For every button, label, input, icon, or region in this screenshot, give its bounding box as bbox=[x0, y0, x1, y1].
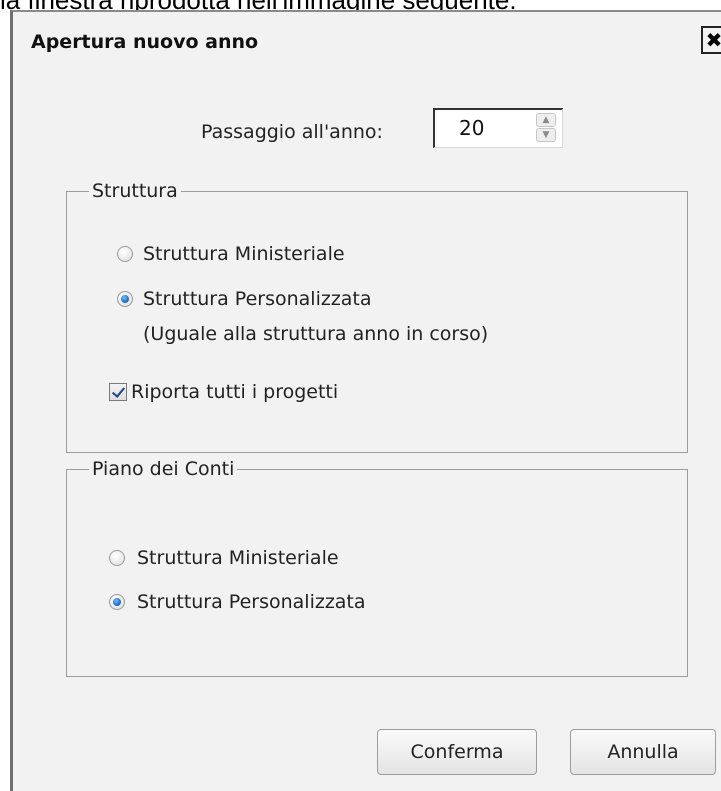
piano-personalizzata-label[interactable]: Struttura Personalizzata bbox=[137, 590, 366, 614]
open-new-year-dialog: Apertura nuovo anno ✖ Passaggio all'anno… bbox=[10, 10, 721, 791]
struttura-personalizzata-radio[interactable] bbox=[117, 291, 133, 307]
piano-personalizzata-radio[interactable] bbox=[109, 594, 125, 610]
confirm-button[interactable]: Conferma bbox=[377, 729, 537, 775]
riporta-progetti-checkbox[interactable] bbox=[109, 383, 127, 401]
piano-conti-group: Piano dei Conti Struttura Ministeriale S… bbox=[66, 457, 688, 677]
piano-ministeriale-radio[interactable] bbox=[109, 550, 125, 566]
dialog-title-bar: Apertura nuovo anno ✖ bbox=[13, 12, 721, 72]
struttura-ministeriale-radio[interactable] bbox=[117, 246, 133, 262]
riporta-progetti-label[interactable]: Riporta tutti i progetti bbox=[131, 380, 338, 404]
year-value[interactable]: 20 bbox=[459, 116, 484, 140]
struttura-group: Struttura Struttura Ministeriale Struttu… bbox=[66, 179, 688, 453]
year-row: Passaggio all'anno: 20 ▲ ▼ bbox=[13, 108, 721, 156]
struttura-personalizzata-note: (Uguale alla struttura anno in corso) bbox=[143, 323, 489, 345]
year-label: Passaggio all'anno: bbox=[201, 121, 383, 143]
struttura-legend: Struttura bbox=[89, 179, 181, 203]
spin-down-icon[interactable]: ▼ bbox=[536, 128, 556, 142]
cancel-button[interactable]: Annulla bbox=[570, 729, 716, 775]
piano-conti-legend: Piano dei Conti bbox=[89, 457, 238, 481]
year-spinner[interactable]: 20 ▲ ▼ bbox=[433, 108, 563, 148]
piano-ministeriale-label[interactable]: Struttura Ministeriale bbox=[137, 546, 339, 570]
struttura-ministeriale-label[interactable]: Struttura Ministeriale bbox=[143, 242, 345, 266]
spin-up-icon[interactable]: ▲ bbox=[536, 113, 556, 127]
struttura-personalizzata-label[interactable]: Struttura Personalizzata bbox=[143, 287, 372, 311]
close-icon[interactable]: ✖ bbox=[701, 26, 721, 54]
spinner-buttons: ▲ ▼ bbox=[536, 113, 558, 143]
dialog-title: Apertura nuovo anno bbox=[31, 31, 259, 53]
